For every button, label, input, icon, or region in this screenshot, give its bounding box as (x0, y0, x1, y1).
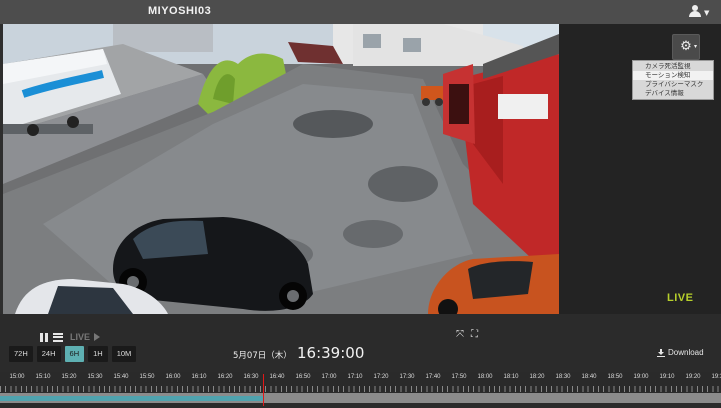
live-button[interactable]: LIVE (70, 332, 90, 342)
timeline-tick-label: 17:00 (321, 374, 337, 380)
timeline-tick-label: 15:40 (113, 374, 129, 380)
list-icon[interactable] (53, 332, 63, 342)
playback-time: 16:39:00 (297, 344, 365, 362)
timeline-tick-label: 17:30 (399, 374, 415, 380)
timeline-tick-label: 16:00 (165, 374, 181, 380)
settings-menu: カメラ死活監視 モーション検知 プライバシーマスク デバイス情報 (632, 60, 714, 100)
range-selector: 72H 24H 6H 1H 10M (9, 346, 137, 362)
timeline-tick-label: 15:20 (61, 374, 77, 380)
timeline-tick-label: 18:10 (503, 374, 519, 380)
timeline-tick-label: 18:20 (529, 374, 545, 380)
timeline-tick-label: 15:30 (87, 374, 103, 380)
timeline-recorded (0, 396, 264, 401)
playback-controls: LIVE (40, 331, 101, 343)
timeline-cursor[interactable] (263, 374, 264, 406)
fullscreen-icon[interactable]: ⛶ (471, 330, 480, 340)
play-icon[interactable] (94, 333, 101, 341)
timeline-tick-label: 15:50 (139, 374, 155, 380)
timeline-minor-ticks (0, 386, 721, 392)
live-badge: LIVE (667, 292, 694, 304)
timeline-tick-label: 19:00 (633, 374, 649, 380)
menu-item-camera-monitor[interactable]: カメラ死活監視 (633, 62, 713, 71)
timeline-tick-label: 17:50 (451, 374, 467, 380)
user-menu-button[interactable]: ▼ (689, 5, 713, 19)
timeline-tick-label: 16:40 (269, 374, 285, 380)
timeline-ticks: 15:00 15:10 15:20 15:30 15:40 15:50 16:00 16:10… (0, 374, 721, 386)
pause-icon[interactable] (40, 332, 49, 342)
timeline-tick-label: 15:10 (35, 374, 51, 380)
timeline-tick-label: 17:20 (373, 374, 389, 380)
range-72h[interactable]: 72H (9, 346, 33, 362)
timeline-tick-label: 16:10 (191, 374, 207, 380)
timeline-tick-label: 16:20 (217, 374, 233, 380)
camera-frame (3, 24, 559, 314)
timeline-tick-label: 17:40 (425, 374, 441, 380)
timeline-tick-label: 16:30 (243, 374, 259, 380)
playback-date: 5月07日（木） (233, 351, 292, 361)
timeline-tick-label: 19:30 (711, 374, 721, 380)
timeline-tick-label: 17:10 (347, 374, 363, 380)
range-24h[interactable]: 24H (36, 346, 61, 362)
settings-button[interactable]: ⚙ ▾ (672, 34, 700, 60)
timeline-tick-label: 18:50 (607, 374, 623, 380)
chevron-down-icon: ▾ (693, 43, 697, 50)
timeline-tick-label: 19:10 (659, 374, 675, 380)
camera-title: MIYOSHI03 (148, 5, 212, 17)
download-label: Download (668, 348, 704, 357)
timeline-tick-label: 19:20 (685, 374, 701, 380)
timeline-tick-label: 16:50 (295, 374, 311, 380)
expand-icon[interactable]: ⤧ (456, 330, 465, 340)
view-controls: ⤧ ⛶ (456, 330, 480, 340)
menu-item-device-info[interactable]: デバイス情報 (633, 89, 713, 98)
download-button[interactable]: Download (657, 348, 704, 357)
menu-item-privacy-mask[interactable]: プライバシーマスク (633, 80, 713, 89)
timeline-tick-label: 18:00 (477, 374, 493, 380)
gear-icon: ⚙ (680, 39, 692, 54)
range-1h[interactable]: 1H (88, 346, 108, 362)
timeline-tick-label: 18:30 (555, 374, 571, 380)
download-icon (657, 348, 665, 357)
menu-item-motion-detection[interactable]: モーション検知 (633, 71, 713, 80)
top-bar: MIYOSHI03 ▼ (0, 0, 721, 25)
range-10m[interactable]: 10M (111, 346, 137, 362)
timeline-tick-label: 15:00 (9, 374, 25, 380)
chevron-down-icon: ▼ (704, 9, 710, 17)
timeline-tick-label: 18:40 (581, 374, 597, 380)
range-6h[interactable]: 6H (64, 346, 85, 362)
camera-video[interactable] (3, 24, 559, 314)
